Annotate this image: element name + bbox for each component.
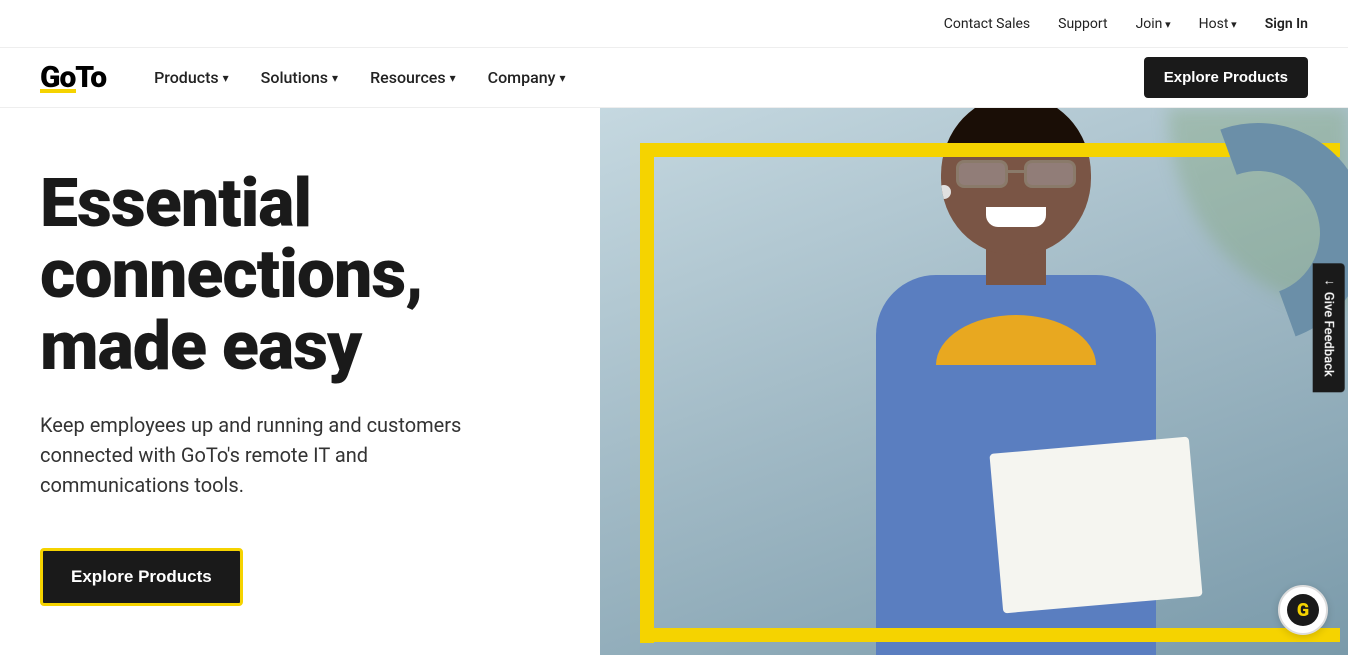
host-link[interactable]: Host (1199, 16, 1237, 32)
head (941, 108, 1091, 255)
feedback-arrow-icon: ↑ (1320, 279, 1336, 286)
products-chevron-icon: ▾ (223, 71, 229, 85)
earbud (941, 185, 951, 199)
glasses-left-lens (956, 160, 1008, 188)
glasses-right-lens (1024, 160, 1076, 188)
chat-icon: G (1287, 594, 1319, 626)
hero-subtitle: Keep employees up and running and custom… (40, 410, 520, 500)
hero-content: Essential connections, made easy Keep em… (0, 108, 600, 655)
logo[interactable]: GoTo (40, 63, 106, 93)
sign-in-link[interactable]: Sign In (1265, 16, 1308, 32)
top-navigation: Contact Sales Support Join Host Sign In (0, 0, 1348, 48)
hair (941, 108, 1091, 150)
solutions-chevron-icon: ▾ (332, 71, 338, 85)
glasses-bridge (1008, 170, 1024, 173)
feedback-tab[interactable]: ↑ Give Feedback (1312, 263, 1344, 392)
contact-sales-link[interactable]: Contact Sales (944, 16, 1030, 32)
products-nav-link[interactable]: Products ▾ (154, 68, 229, 87)
explore-products-header-button[interactable]: Explore Products (1144, 57, 1308, 98)
hero-image-area: G (600, 108, 1348, 655)
hero-title: Essential connections, made easy (40, 168, 560, 382)
chat-button[interactable]: G (1278, 585, 1328, 635)
logo-underline (40, 89, 76, 93)
primary-nav: Products ▾ Solutions ▾ Resources ▾ Compa… (154, 68, 1144, 87)
resources-chevron-icon: ▾ (450, 71, 456, 85)
explore-products-hero-button[interactable]: Explore Products (40, 548, 243, 606)
teeth (986, 207, 1046, 227)
hero-section: Essential connections, made easy Keep em… (0, 108, 1348, 655)
resources-nav-link[interactable]: Resources ▾ (370, 68, 456, 87)
company-nav-link[interactable]: Company ▾ (488, 68, 566, 87)
company-chevron-icon: ▾ (559, 71, 565, 85)
glasses (951, 160, 1081, 188)
solutions-nav-link[interactable]: Solutions ▾ (261, 68, 338, 87)
feedback-label: Give Feedback (1321, 291, 1336, 376)
laptop (989, 437, 1202, 614)
support-link[interactable]: Support (1058, 16, 1107, 32)
join-link[interactable]: Join (1136, 16, 1171, 32)
main-navigation: GoTo Products ▾ Solutions ▾ Resources ▾ … (0, 48, 1348, 108)
